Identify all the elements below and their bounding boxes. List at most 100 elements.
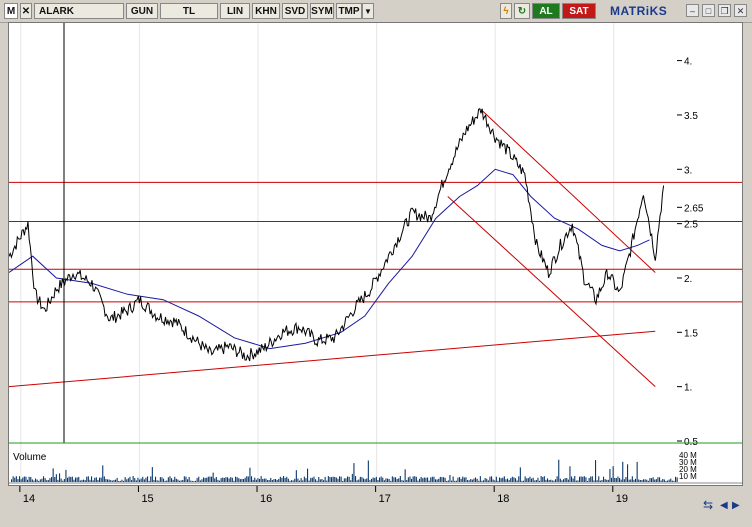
volume-bar	[609, 469, 611, 482]
volume-bar	[617, 476, 619, 482]
volume-bar	[110, 480, 112, 482]
volume-bar	[267, 480, 269, 482]
volume-bar	[22, 477, 24, 482]
volume-bar	[564, 478, 566, 482]
volume-bar	[359, 476, 361, 482]
lightning-icon[interactable]: ϟ	[500, 3, 512, 19]
chart-area[interactable]: 4. 3.5 3. 2.65 2.5 2. 1.5 1. 0.5 Volume 40 M 30 M…	[8, 22, 743, 486]
volume-bar	[585, 477, 587, 482]
volume-bar	[383, 480, 385, 482]
volume-bar	[276, 480, 278, 482]
volume-bar	[191, 480, 193, 482]
scroll-right-icon[interactable]: ▶	[732, 500, 742, 512]
volume-bar	[524, 476, 526, 482]
volume-bar	[175, 478, 177, 482]
tmp-button[interactable]: TMP	[336, 3, 362, 19]
volume-tick-label: 10 M	[679, 472, 697, 481]
volume-bar	[164, 480, 166, 482]
close-icon[interactable]: ✕	[734, 4, 747, 17]
price-chart-svg[interactable]: 4.3.53.2.652.52.1.51.0.5 Volume 40 M30 M…	[8, 23, 742, 485]
volume-bar	[356, 480, 358, 482]
buy-button[interactable]: AL	[532, 3, 560, 19]
volume-bar	[393, 477, 395, 482]
volume-bar	[132, 476, 134, 482]
matriks-menu-button[interactable]: M	[4, 3, 18, 19]
volume-bar	[433, 476, 435, 482]
volume-bar	[11, 479, 13, 482]
volume-bars	[11, 459, 678, 482]
volume-bar	[111, 480, 113, 482]
volume-bar	[343, 478, 345, 482]
volume-bar	[625, 477, 627, 482]
volume-bar	[52, 468, 54, 482]
sym-button[interactable]: SYM	[310, 3, 334, 19]
volume-bar	[366, 478, 368, 482]
volume-bar	[126, 479, 128, 482]
volume-bar	[139, 479, 141, 482]
volume-bar	[455, 480, 457, 482]
volume-bar	[167, 477, 169, 482]
volume-bar	[59, 473, 61, 482]
khn-button[interactable]: KHN	[252, 3, 280, 19]
x-tick-label: 14	[23, 493, 35, 505]
volume-bar	[129, 476, 131, 482]
volume-bar	[505, 479, 507, 482]
sync-icon[interactable]: ⇆	[703, 498, 717, 512]
volume-bar	[577, 480, 579, 482]
volume-bar	[196, 478, 198, 482]
volume-bar	[601, 480, 603, 482]
x-tick-label: 19	[616, 493, 628, 505]
volume-bar	[372, 477, 374, 482]
volume-bar	[622, 461, 624, 482]
volume-bar	[289, 480, 291, 482]
volume-bar	[452, 476, 454, 482]
volume-bar	[23, 476, 25, 482]
volume-bar	[311, 477, 313, 482]
volume-bar	[329, 477, 331, 482]
currency-button[interactable]: TL	[160, 3, 218, 19]
volume-bar	[404, 469, 406, 482]
volume-bar	[243, 479, 245, 482]
volume-bar	[255, 479, 257, 482]
volume-bar	[382, 477, 384, 482]
volume-bar	[579, 476, 581, 482]
maximize-icon[interactable]: □	[702, 4, 715, 17]
volume-bar	[657, 477, 659, 482]
volume-bar	[94, 477, 96, 482]
volume-bar	[659, 477, 661, 482]
volume-bar	[603, 476, 605, 482]
volume-bar	[118, 481, 120, 482]
volume-bar	[217, 479, 219, 482]
volume-bar	[654, 479, 656, 482]
volume-bar	[223, 477, 225, 482]
volume-bar	[556, 476, 558, 482]
volume-bar	[337, 478, 339, 482]
volume-bar	[75, 477, 77, 482]
volume-bar	[566, 478, 568, 482]
period-button[interactable]: GUN	[126, 3, 158, 19]
volume-bar	[361, 477, 363, 482]
minimize-icon[interactable]: –	[686, 4, 699, 17]
volume-bar	[643, 479, 645, 482]
volume-bar	[81, 479, 83, 482]
volume-bar	[315, 479, 317, 482]
tmp-dropdown-icon[interactable]: ▼	[362, 3, 374, 19]
crosshair-icon[interactable]: ✕	[20, 3, 32, 19]
volume-bar	[321, 479, 323, 482]
restore-icon[interactable]: ❐	[718, 4, 731, 17]
volume-bar	[14, 477, 16, 482]
scale-button[interactable]: LIN	[220, 3, 250, 19]
volume-bar	[206, 477, 208, 482]
svd-button[interactable]: SVD	[282, 3, 308, 19]
sell-button[interactable]: SAT	[562, 3, 596, 19]
volume-bar	[124, 477, 126, 482]
scroll-left-icon[interactable]: ◀	[720, 500, 730, 512]
volume-bar	[342, 481, 344, 482]
volume-bar	[611, 477, 613, 482]
volume-bar	[148, 480, 150, 482]
volume-bar	[612, 466, 614, 482]
volume-bar	[583, 476, 585, 482]
refresh-icon[interactable]: ↻	[514, 3, 530, 19]
symbol-input[interactable]: ALARK	[34, 3, 124, 19]
volume-bar	[20, 479, 22, 482]
